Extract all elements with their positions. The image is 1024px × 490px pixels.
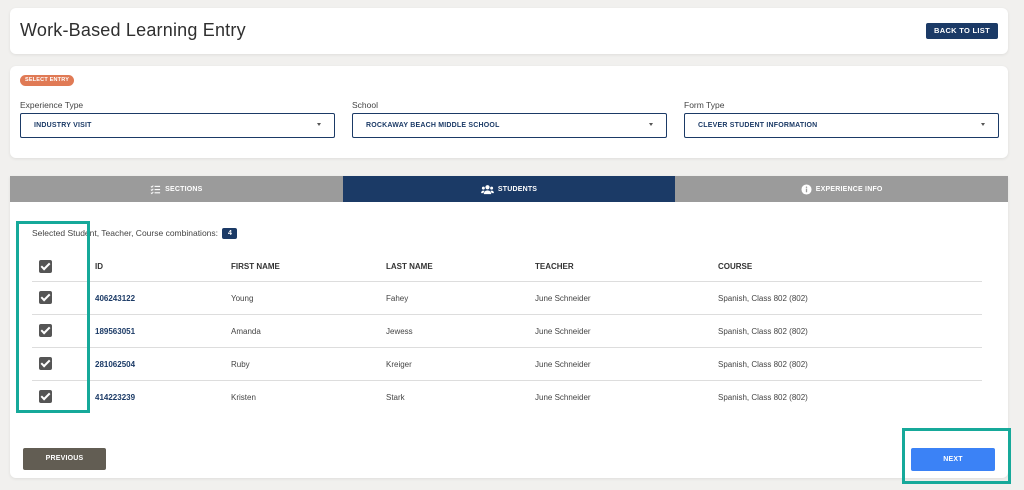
caret-down-icon: [981, 123, 985, 126]
header-card: Work-Based Learning Entry BACK TO LIST: [10, 8, 1008, 54]
tab-bar: SECTIONS STUDENTS EXPERIENCE INFO: [10, 176, 1009, 202]
school-label: School: [352, 100, 378, 110]
column-header-id: ID: [95, 262, 103, 271]
column-header-course: COURSE: [718, 262, 753, 271]
next-button-highlight: [902, 428, 1011, 484]
course: Spanish, Class 802 (802): [718, 360, 808, 369]
table-row: 189563051 Amanda Jewess June Schneider S…: [32, 315, 982, 348]
column-header-teacher: TEACHER: [535, 262, 574, 271]
students-panel: SECTIONS STUDENTS EXPERIENCE INFO Select…: [10, 176, 1011, 484]
tab-experience-info[interactable]: EXPERIENCE INFO: [675, 176, 1009, 202]
previous-button[interactable]: PREVIOUS: [23, 448, 106, 470]
last-name: Stark: [386, 393, 405, 402]
table-header: ID FIRST NAME LAST NAME TEACHER COURSE: [32, 256, 982, 282]
column-header-first-name: FIRST NAME: [231, 262, 280, 271]
tab-sections[interactable]: SECTIONS: [10, 176, 343, 202]
teacher: June Schneider: [535, 327, 591, 336]
entry-card: SELECT ENTRY Experience Type INDUSTRY VI…: [10, 66, 1008, 158]
experience-type-select[interactable]: INDUSTRY VISIT: [20, 113, 335, 138]
page-title: Work-Based Learning Entry: [20, 20, 246, 40]
teacher: June Schneider: [535, 294, 591, 303]
first-name: Amanda: [231, 327, 261, 336]
caret-down-icon: [649, 123, 653, 126]
column-header-last-name: LAST NAME: [386, 262, 433, 271]
student-id-link[interactable]: 189563051: [95, 327, 135, 336]
first-name: Kristen: [231, 393, 256, 402]
tab-experience-info-label: EXPERIENCE INFO: [815, 185, 883, 193]
back-to-list-button[interactable]: BACK TO LIST: [926, 23, 998, 39]
list-check-icon: [150, 184, 161, 194]
tab-students[interactable]: STUDENTS: [342, 176, 676, 202]
teacher: June Schneider: [535, 360, 591, 369]
last-name: Fahey: [386, 294, 409, 303]
info-icon: [801, 183, 812, 195]
student-id-link[interactable]: 414223239: [95, 393, 135, 402]
tab-sections-label: SECTIONS: [165, 185, 203, 193]
select-entry-badge: SELECT ENTRY: [20, 75, 75, 86]
course: Spanish, Class 802 (802): [718, 294, 808, 303]
school-value: ROCKAWAY BEACH MIDDLE SCHOOL: [366, 122, 500, 129]
checkbox-column-highlight: [16, 221, 90, 413]
last-name: Jewess: [386, 327, 413, 336]
course: Spanish, Class 802 (802): [718, 393, 808, 402]
experience-type-value: INDUSTRY VISIT: [34, 122, 92, 129]
experience-type-label: Experience Type: [20, 100, 84, 110]
first-name: Young: [231, 294, 254, 303]
table-row: 414223239 Kristen Stark June Schneider S…: [32, 381, 982, 414]
tab-students-label: STUDENTS: [497, 185, 538, 193]
teacher: June Schneider: [535, 393, 591, 402]
caret-down-icon: [317, 123, 321, 126]
course: Spanish, Class 802 (802): [718, 327, 808, 336]
school-select[interactable]: ROCKAWAY BEACH MIDDLE SCHOOL: [352, 113, 667, 138]
form-type-label: Form Type: [684, 100, 725, 110]
table-row: 406243122 Young Fahey June Schneider Spa…: [32, 282, 982, 315]
student-id-link[interactable]: 406243122: [95, 294, 135, 303]
form-type-value: CLEVER STUDENT INFORMATION: [698, 122, 818, 129]
selected-count-badge: 4: [222, 228, 238, 239]
student-id-link[interactable]: 281062504: [95, 360, 135, 369]
table-row: 281062504 Ruby Kreiger June Schneider Sp…: [32, 348, 982, 381]
form-type-select[interactable]: CLEVER STUDENT INFORMATION: [684, 113, 999, 138]
first-name: Ruby: [231, 360, 250, 369]
last-name: Kreiger: [386, 360, 412, 369]
users-icon: [480, 184, 494, 194]
